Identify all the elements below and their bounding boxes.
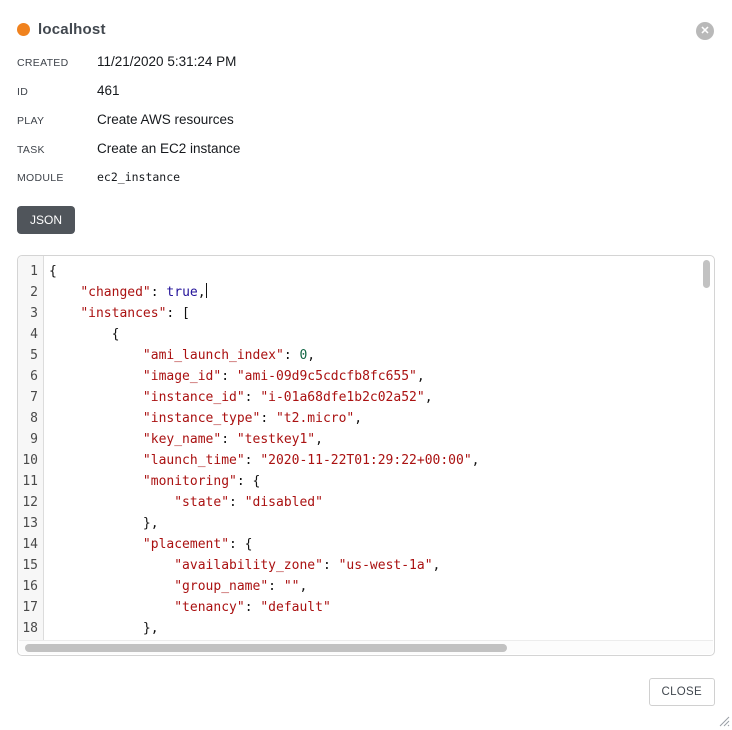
line-number: 4 — [18, 324, 44, 345]
line-number: 18 — [18, 618, 44, 639]
code-lines: 1{2 "changed": true,3 "instances": [4 {5… — [18, 256, 714, 639]
code-line: 3 "instances": [ — [18, 303, 714, 324]
detail-value: Create an EC2 instance — [97, 141, 240, 156]
line-number: 11 — [18, 471, 44, 492]
code-line: 6 "image_id": "ami-09d9c5cdcfb8fc655", — [18, 366, 714, 387]
detail-value: 11/21/2020 5:31:24 PM — [97, 54, 236, 69]
host-event-modal: localhost ✕ CREATED 11/21/2020 5:31:24 P… — [0, 0, 732, 730]
host-name-title: localhost — [38, 21, 106, 38]
detail-row-task: TASK Create an EC2 instance — [17, 141, 715, 159]
code-line: 17 "tenancy": "default" — [18, 597, 714, 618]
code-line: 2 "changed": true, — [18, 282, 714, 303]
detail-value: Create AWS resources — [97, 112, 234, 127]
line-number: 2 — [18, 282, 44, 303]
line-number: 3 — [18, 303, 44, 324]
detail-label: PLAY — [17, 115, 97, 127]
code-line: 14 "placement": { — [18, 534, 714, 555]
code-line: 18 }, — [18, 618, 714, 639]
text-cursor — [206, 283, 208, 298]
code-line: 9 "key_name": "testkey1", — [18, 429, 714, 450]
resize-handle[interactable] — [719, 716, 730, 727]
detail-label: CREATED — [17, 57, 97, 69]
code-line: 7 "instance_id": "i-01a68dfe1b2c02a52", — [18, 387, 714, 408]
code-line: 5 "ami_launch_index": 0, — [18, 345, 714, 366]
line-number: 5 — [18, 345, 44, 366]
line-number: 10 — [18, 450, 44, 471]
detail-row-module: MODULE ec2_instance — [17, 170, 715, 188]
json-tab-button[interactable]: JSON — [17, 206, 75, 234]
horizontal-scrollbar-thumb[interactable] — [25, 644, 507, 652]
line-number: 7 — [18, 387, 44, 408]
line-number: 6 — [18, 366, 44, 387]
horizontal-scrollbar[interactable] — [19, 640, 713, 654]
code-line: 15 "availability_zone": "us-west-1a", — [18, 555, 714, 576]
close-button[interactable]: CLOSE — [649, 678, 716, 706]
line-number: 16 — [18, 576, 44, 597]
detail-value: ec2_instance — [97, 170, 180, 184]
line-number: 9 — [18, 429, 44, 450]
line-number: 15 — [18, 555, 44, 576]
line-number: 14 — [18, 534, 44, 555]
json-output-editor[interactable]: 1{2 "changed": true,3 "instances": [4 {5… — [17, 255, 715, 656]
detail-label: TASK — [17, 144, 97, 156]
detail-value: 461 — [97, 83, 120, 98]
line-number: 1 — [18, 261, 44, 282]
detail-row-created: CREATED 11/21/2020 5:31:24 PM — [17, 54, 715, 72]
event-details: CREATED 11/21/2020 5:31:24 PM ID 461 PLA… — [17, 54, 715, 188]
detail-row-play: PLAY Create AWS resources — [17, 112, 715, 130]
code-line: 12 "state": "disabled" — [18, 492, 714, 513]
line-number: 8 — [18, 408, 44, 429]
line-number: 17 — [18, 597, 44, 618]
code-line: 16 "group_name": "", — [18, 576, 714, 597]
detail-row-id: ID 461 — [17, 83, 715, 101]
code-line: 8 "instance_type": "t2.micro", — [18, 408, 714, 429]
code-line: 10 "launch_time": "2020-11-22T01:29:22+0… — [18, 450, 714, 471]
detail-label: MODULE — [17, 172, 97, 184]
detail-label: ID — [17, 86, 97, 98]
line-number: 13 — [18, 513, 44, 534]
code-line: 4 { — [18, 324, 714, 345]
close-icon[interactable]: ✕ — [696, 22, 714, 40]
code-line: 11 "monitoring": { — [18, 471, 714, 492]
code-line: 1{ — [18, 261, 714, 282]
vertical-scrollbar[interactable] — [703, 260, 710, 288]
line-number: 12 — [18, 492, 44, 513]
host-status-icon — [17, 23, 30, 36]
modal-footer: CLOSE — [17, 678, 715, 706]
modal-header: localhost ✕ — [17, 21, 715, 38]
code-line: 13 }, — [18, 513, 714, 534]
